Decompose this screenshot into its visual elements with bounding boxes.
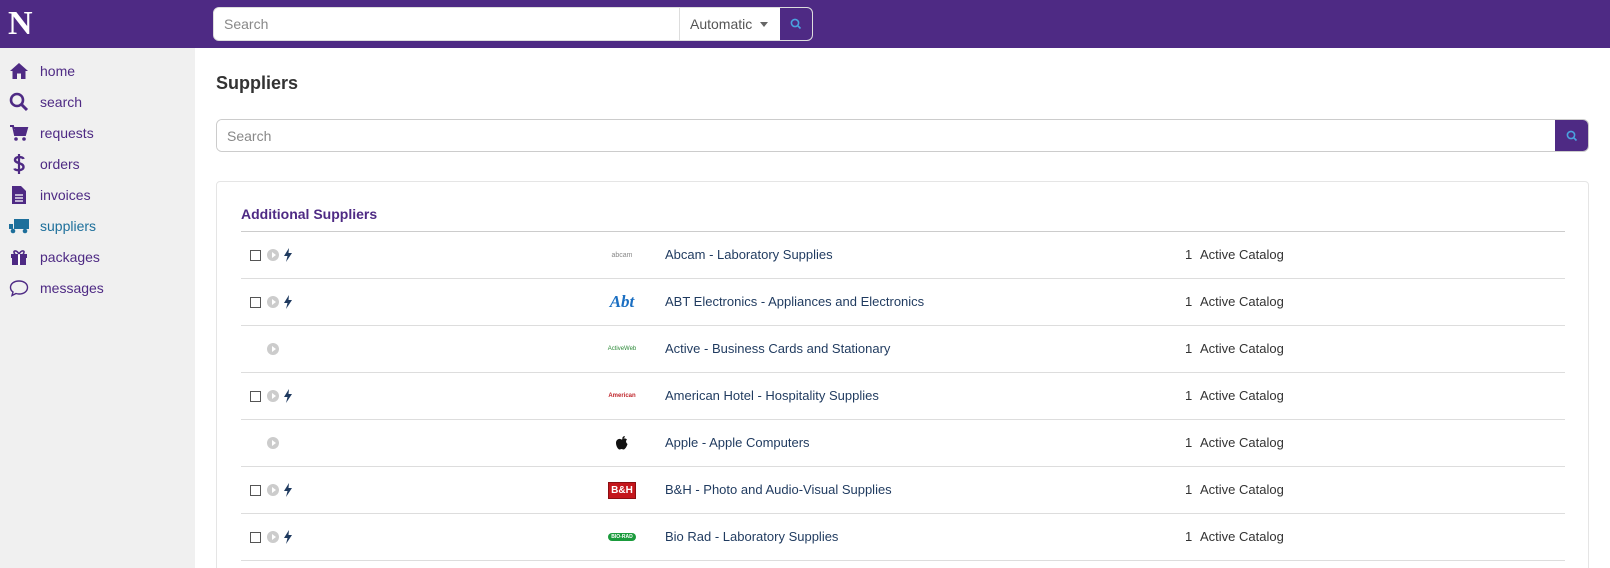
play-icon[interactable] xyxy=(267,343,279,355)
sidebar-item-label: home xyxy=(40,62,76,79)
gift-icon xyxy=(8,246,30,268)
catalog-status: Active Catalog xyxy=(1200,294,1284,309)
catalog-count: 1 xyxy=(1185,388,1193,403)
sidebar-item-home[interactable]: home xyxy=(0,55,195,86)
select-checkbox[interactable] xyxy=(250,532,261,543)
sidebar-item-label: search xyxy=(40,93,83,110)
sidebar-item-search[interactable]: search xyxy=(0,86,195,117)
supplier-logo xyxy=(606,430,638,456)
select-checkbox[interactable] xyxy=(250,250,261,261)
search-mode-select[interactable]: Automatic xyxy=(679,8,779,40)
supplier-row: Apple - Apple Computers 1 Active Catalog xyxy=(241,420,1565,467)
punchout-bolt-icon xyxy=(284,389,292,403)
catalog-count: 1 xyxy=(1185,247,1193,262)
play-icon[interactable] xyxy=(267,390,279,402)
supplier-row: B&H B&H - Photo and Audio-Visual Supplie… xyxy=(241,467,1565,514)
punchout-bolt-icon xyxy=(284,295,292,309)
search-icon xyxy=(8,91,30,113)
supplier-row: BIO-RAD Bio Rad - Laboratory Supplies 1 … xyxy=(241,514,1565,561)
sidebar-item-orders[interactable]: orders xyxy=(0,148,195,179)
supplier-logo: American xyxy=(608,393,636,399)
sidebar-item-messages[interactable]: messages xyxy=(0,272,195,303)
catalog-status: Active Catalog xyxy=(1200,247,1284,262)
search-icon xyxy=(790,18,802,30)
supplier-name-link[interactable]: Bio Rad - Laboratory Supplies xyxy=(665,529,838,544)
supplier-logo: abcam xyxy=(611,251,633,259)
catalog-count: 1 xyxy=(1185,435,1193,450)
global-search: Automatic xyxy=(213,7,813,41)
catalog-status: Active Catalog xyxy=(1200,341,1284,356)
sidebar-item-label: requests xyxy=(40,124,94,141)
search-icon xyxy=(1566,130,1577,141)
supplier-name-link[interactable]: Active - Business Cards and Stationary xyxy=(665,341,890,356)
chat-icon xyxy=(8,277,30,299)
supplier-name-link[interactable]: Abcam - Laboratory Supplies xyxy=(665,247,833,262)
northwestern-logo[interactable]: N xyxy=(8,6,38,42)
punchout-bolt-icon xyxy=(284,530,292,544)
supplier-logo: BIO-RAD xyxy=(606,524,638,550)
sidebar-item-label: invoices xyxy=(40,186,91,203)
top-bar: N Automatic xyxy=(0,0,1610,48)
catalog-count: 1 xyxy=(1185,294,1193,309)
supplier-row: American American Hotel - Hospitality Su… xyxy=(241,373,1565,420)
cart-icon xyxy=(8,122,30,144)
catalog-status: Active Catalog xyxy=(1200,435,1284,450)
global-search-input[interactable] xyxy=(214,8,679,40)
caret-down-icon xyxy=(760,21,769,27)
supplier-row: ActiveWeb Active - Business Cards and St… xyxy=(241,326,1565,373)
supplier-name-link[interactable]: American Hotel - Hospitality Supplies xyxy=(665,388,879,403)
home-icon xyxy=(8,60,30,82)
page-title: Suppliers xyxy=(216,73,299,93)
play-icon[interactable] xyxy=(267,531,279,543)
supplier-search xyxy=(216,119,1589,152)
section-title: Additional Suppliers xyxy=(241,206,378,222)
apple-logo-icon xyxy=(616,436,628,450)
punchout-bolt-icon xyxy=(284,483,292,497)
sidebar-item-label: packages xyxy=(40,248,100,265)
sidebar-item-invoices[interactable]: invoices xyxy=(0,179,195,210)
supplier-name-link[interactable]: ABT Electronics - Appliances and Electro… xyxy=(665,294,924,309)
search-mode-value: Automatic xyxy=(690,16,753,32)
sidebar-item-suppliers[interactable]: suppliers xyxy=(0,210,195,241)
sidebar: home search requests orders invoices sup… xyxy=(0,48,195,568)
sidebar-item-requests[interactable]: requests xyxy=(0,117,195,148)
sidebar-item-packages[interactable]: packages xyxy=(0,241,195,272)
supplier-search-input[interactable] xyxy=(217,120,1555,151)
select-checkbox[interactable] xyxy=(250,391,261,402)
supplier-row: abcam Abcam - Laboratory Supplies 1 Acti… xyxy=(241,232,1565,279)
catalog-count: 1 xyxy=(1185,341,1193,356)
select-checkbox[interactable] xyxy=(250,297,261,308)
catalog-count: 1 xyxy=(1185,482,1193,497)
catalog-count: 1 xyxy=(1185,529,1193,544)
suppliers-card: Additional Suppliers abcam Abcam - Labor… xyxy=(216,181,1589,568)
punchout-bolt-icon xyxy=(284,248,292,262)
sidebar-item-label: messages xyxy=(40,279,104,296)
catalog-status: Active Catalog xyxy=(1200,388,1284,403)
catalog-status: Active Catalog xyxy=(1200,529,1284,544)
supplier-list: abcam Abcam - Laboratory Supplies 1 Acti… xyxy=(241,232,1565,561)
document-icon xyxy=(8,184,30,206)
sidebar-item-label: orders xyxy=(40,155,80,172)
supplier-logo: ActiveWeb xyxy=(607,346,637,352)
supplier-logo: B&H xyxy=(606,477,638,503)
supplier-name-link[interactable]: B&H - Photo and Audio-Visual Supplies xyxy=(665,482,892,497)
main-content: Suppliers Additional Suppliers abcam Abc… xyxy=(216,48,1592,568)
play-icon[interactable] xyxy=(267,249,279,261)
supplier-name-link[interactable]: Apple - Apple Computers xyxy=(665,435,810,450)
supplier-search-button[interactable] xyxy=(1555,120,1588,151)
select-checkbox[interactable] xyxy=(250,485,261,496)
truck-icon xyxy=(8,215,30,237)
sidebar-item-label: suppliers xyxy=(40,217,97,234)
play-icon[interactable] xyxy=(267,296,279,308)
global-search-button[interactable] xyxy=(779,8,812,40)
play-icon[interactable] xyxy=(267,484,279,496)
catalog-status: Active Catalog xyxy=(1200,482,1284,497)
dollar-icon xyxy=(8,153,30,175)
play-icon[interactable] xyxy=(267,437,279,449)
supplier-logo: Abt xyxy=(609,292,635,311)
supplier-row: Abt ABT Electronics - Appliances and Ele… xyxy=(241,279,1565,326)
